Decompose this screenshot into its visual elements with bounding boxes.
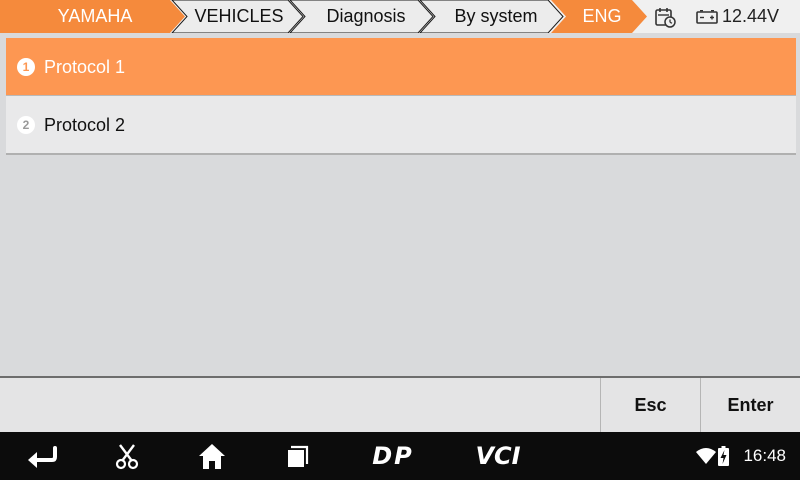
system-navbar: DP VCI 16:48 — [0, 432, 800, 480]
home-button[interactable] — [182, 432, 242, 480]
back-button[interactable] — [12, 432, 72, 480]
header-status: 12.44V — [640, 0, 800, 33]
item-number-badge: 1 — [17, 58, 35, 76]
back-icon — [28, 446, 57, 468]
enter-button[interactable]: Enter — [700, 378, 800, 432]
home-icon — [199, 444, 225, 469]
list-item-protocol-2[interactable]: 2 Protocol 2 — [6, 96, 796, 155]
breadcrumb-item-by-system[interactable]: By system — [434, 0, 558, 33]
svg-text:DP: DP — [372, 443, 414, 469]
item-label: Protocol 1 — [44, 57, 126, 77]
system-status: 16:48 — [696, 432, 786, 480]
vci-icon: VCI — [475, 443, 520, 469]
battery-charging-icon — [718, 446, 729, 466]
dp-button[interactable]: DP — [362, 432, 424, 480]
list-item-protocol-1[interactable]: 1 Protocol 1 — [6, 38, 796, 96]
breadcrumb-item-vehicles[interactable]: VEHICLES — [183, 0, 295, 33]
esc-button[interactable]: Esc — [600, 378, 700, 432]
svg-text:VCI: VCI — [475, 443, 520, 469]
item-number-badge: 2 — [17, 116, 35, 134]
recents-button[interactable] — [267, 432, 327, 480]
item-label: Protocol 2 — [44, 115, 126, 135]
vci-button[interactable]: VCI — [465, 432, 531, 480]
breadcrumb-item-eng[interactable]: ENG — [566, 0, 638, 33]
breadcrumb-bar: YAMAHA VEHICLES Diagnosis By system ENG … — [0, 0, 800, 33]
recents-icon — [288, 445, 309, 467]
wifi-icon — [696, 448, 716, 464]
battery-icon — [696, 10, 718, 24]
calendar-clock-icon — [655, 8, 676, 28]
scissors-icon — [115, 444, 139, 470]
protocol-list: 1 Protocol 1 2 Protocol 2 — [6, 38, 796, 155]
action-bar: Esc Enter — [0, 376, 800, 432]
clock-time: 16:48 — [743, 446, 786, 465]
screenshot-button[interactable] — [97, 432, 157, 480]
breadcrumb-item-yamaha[interactable]: YAMAHA — [20, 0, 170, 33]
dp-icon: DP — [372, 443, 414, 469]
voltage-readout: 12.44V — [722, 6, 780, 26]
breadcrumb-item-diagnosis[interactable]: Diagnosis — [305, 0, 427, 33]
